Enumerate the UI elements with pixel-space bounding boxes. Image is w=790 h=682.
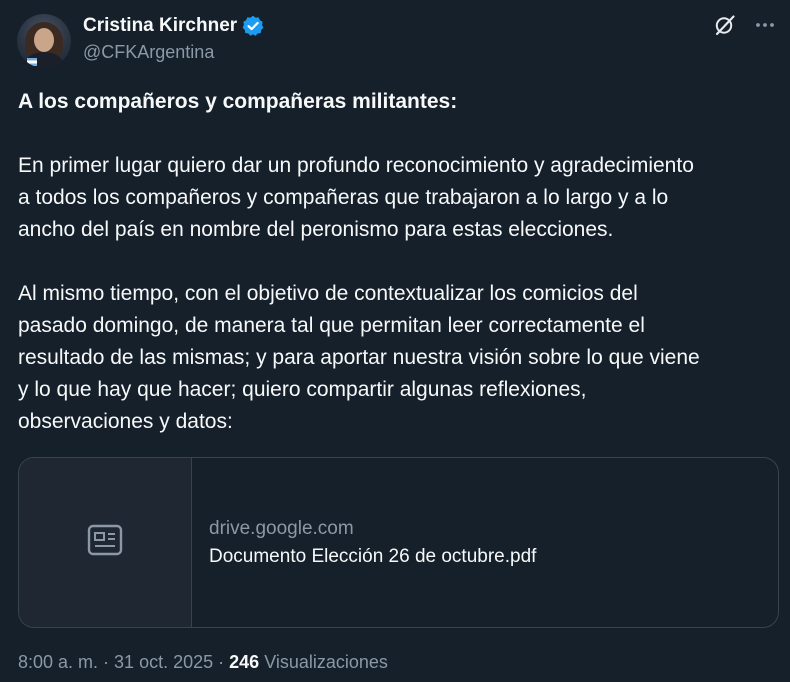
link-card-thumbnail xyxy=(19,458,192,627)
verified-badge-icon[interactable] xyxy=(242,15,264,37)
link-preview-card[interactable]: drive.google.com Documento Elección 26 d… xyxy=(18,457,779,628)
footer-separator: · xyxy=(218,652,225,672)
link-card-domain: drive.google.com xyxy=(209,517,354,539)
avatar[interactable] xyxy=(17,14,71,68)
author-display-name[interactable]: Cristina Kirchner xyxy=(83,15,237,37)
tweet-date[interactable]: 31 oct. 2025 xyxy=(114,652,213,673)
more-options-icon[interactable] xyxy=(752,12,778,38)
avatar-flag xyxy=(27,58,37,66)
tweet-paragraph: En primer lugar quiero dar un profundo r… xyxy=(18,154,694,241)
avatar-face xyxy=(34,28,54,52)
author-name-row: Cristina Kirchner xyxy=(83,13,264,39)
grok-icon[interactable] xyxy=(712,12,738,38)
tweet: Cristina Kirchner @CFKArgentina A los co… xyxy=(0,0,790,682)
author-handle[interactable]: @CFKArgentina xyxy=(83,42,214,63)
tweet-heading: A los compañeros y compañeras militantes… xyxy=(18,90,458,113)
tweet-actions-top xyxy=(712,12,778,38)
footer-separator: · xyxy=(103,652,110,672)
views-count: 246 xyxy=(229,652,260,672)
tweet-paragraph: Al mismo tiempo, con el objetivo de cont… xyxy=(18,282,700,433)
tweet-time[interactable]: 8:00 a. m. xyxy=(18,652,98,673)
tweet-text: A los compañeros y compañeras militantes… xyxy=(18,86,778,438)
tweet-footer: 8:00 a. m. · 31 oct. 2025 · 246 Visualiz… xyxy=(18,652,388,673)
views-label: Visualizaciones xyxy=(264,652,388,672)
link-card-meta: drive.google.com Documento Elección 26 d… xyxy=(192,458,536,627)
link-card-title: Documento Elección 26 de octubre.pdf xyxy=(209,545,537,567)
document-icon xyxy=(87,524,123,561)
